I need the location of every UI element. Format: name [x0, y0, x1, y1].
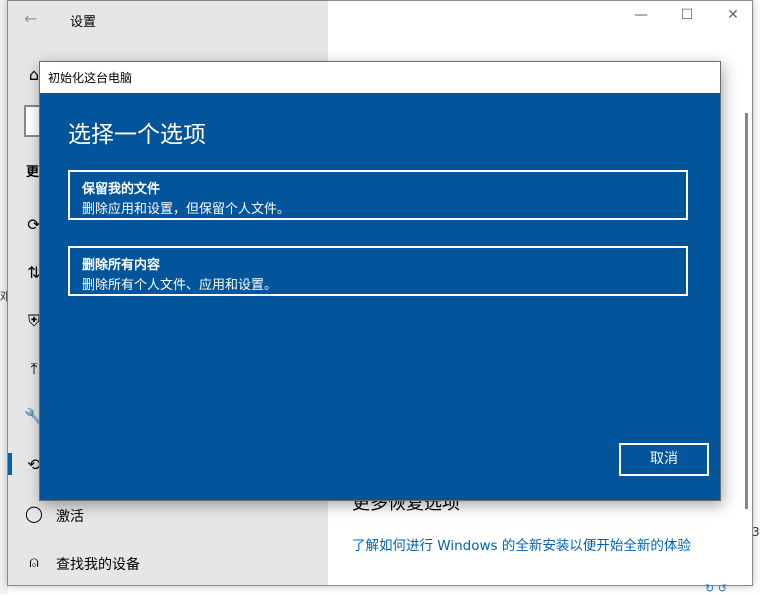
window-title: 设置	[70, 15, 97, 30]
reset-pc-dialog: 初始化这台电脑 选择一个选项 保留我的文件 删除应用和设置，但保留个人文件。 删…	[39, 61, 721, 501]
sidebar-item-label: 激活	[56, 509, 84, 525]
cancel-button[interactable]: 取消	[619, 443, 709, 476]
close-button[interactable]: ✕	[718, 7, 748, 29]
keep-my-files-option[interactable]: 保留我的文件 删除应用和设置，但保留个人文件。	[68, 170, 688, 220]
selected-indicator	[8, 453, 12, 475]
back-arrow-icon[interactable]: ←	[24, 9, 37, 28]
option-description: 删除应用和设置，但保留个人文件。	[82, 202, 291, 217]
option-title: 保留我的文件	[82, 182, 161, 197]
option-title: 删除所有内容	[82, 258, 161, 273]
background-window-text: 3:	[752, 525, 761, 539]
dialog-titlebar: 初始化这台电脑	[40, 62, 720, 93]
fresh-start-link[interactable]: 了解如何进行 Windows 的全新安装以便开始全新的体验	[352, 534, 691, 554]
dialog-heading: 选择一个选项	[68, 122, 206, 148]
maximize-button[interactable]: ☐	[672, 7, 702, 29]
check-circle-icon: ◯	[25, 504, 43, 523]
dialog-title: 初始化这台电脑	[48, 71, 133, 85]
option-description: 删除所有个人文件、应用和设置。	[82, 278, 278, 293]
scrollbar[interactable]	[745, 113, 748, 509]
sidebar-item-label: 查找我的设备	[56, 557, 140, 573]
remove-everything-option[interactable]: 删除所有内容 删除所有个人文件、应用和设置。	[68, 246, 688, 296]
find-device-icon: ⍝	[29, 552, 39, 571]
background-arrows-icon: ↻ ↺	[705, 582, 727, 595]
minimize-button[interactable]: —	[626, 7, 656, 29]
dialog-body: 选择一个选项 保留我的文件 删除应用和设置，但保留个人文件。 删除所有内容 删除…	[40, 93, 720, 500]
